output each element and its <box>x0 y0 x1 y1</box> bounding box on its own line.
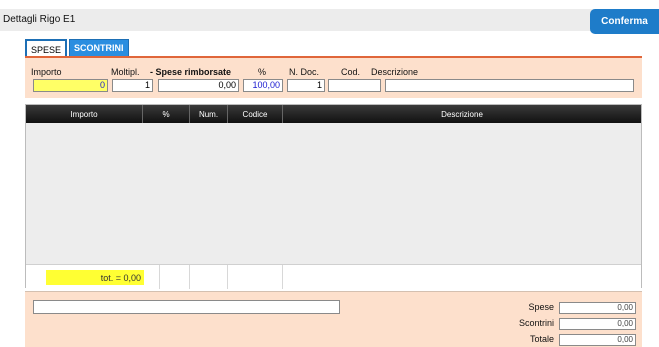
footer-cell-percent <box>160 265 190 289</box>
confirm-button[interactable]: Conferma <box>590 9 659 34</box>
n-doc-label: N. Doc. <box>289 67 320 77</box>
summary-panel: Spese 0,00 Scontrini 0,00 Totale 0,00 <box>25 291 642 347</box>
col-percent[interactable]: % <box>143 105 190 123</box>
spese-rimborsate-label: - Spese rimborsate <box>150 67 232 77</box>
cod-input[interactable] <box>328 79 381 92</box>
col-importo[interactable]: Importo <box>26 105 143 123</box>
tab-bar: SPESE SCONTRINI <box>25 39 131 58</box>
importo-label: Importo <box>31 67 62 77</box>
dialog-window: Dettagli Rigo E1 Conferma SPESE SCONTRIN… <box>0 0 659 347</box>
spese-rimborsate-input[interactable]: 0,00 <box>158 79 239 92</box>
importo-input[interactable]: 0 <box>33 79 108 92</box>
footer-cell-codice <box>228 265 283 289</box>
table-footer: tot. = 0,00 <box>26 264 641 289</box>
cod-label: Cod. <box>341 67 361 77</box>
descrizione-label: Descrizione <box>371 67 419 77</box>
moltipl-input[interactable]: 1 <box>112 79 153 92</box>
totale-field: 0,00 <box>559 334 636 346</box>
descrizione-input[interactable] <box>385 79 634 92</box>
note-input[interactable] <box>33 300 340 314</box>
spese-total-label: Spese <box>528 302 554 312</box>
title-bar: Dettagli Rigo E1 Conferma <box>0 9 659 34</box>
n-doc-input[interactable]: 1 <box>287 79 325 92</box>
percent-input[interactable]: 100,00 <box>243 79 283 92</box>
percent-label: % <box>258 67 267 77</box>
footer-cell-descrizione <box>283 265 641 289</box>
spese-total-field: 0,00 <box>559 302 636 314</box>
footer-cell-num <box>190 265 228 289</box>
scontrini-total-field: 0,00 <box>559 318 636 330</box>
window-title: Dettagli Rigo E1 <box>3 14 76 25</box>
moltipl-label: Moltipl. <box>111 67 140 77</box>
table-header: Importo % Num. Codice Descrizione <box>26 105 641 123</box>
footer-cell-importo: tot. = 0,00 <box>26 265 160 289</box>
col-num[interactable]: Num. <box>190 105 228 123</box>
col-codice[interactable]: Codice <box>228 105 283 123</box>
scontrini-total-label: Scontrini <box>518 318 554 328</box>
tab-scontrini[interactable]: SCONTRINI <box>69 39 129 57</box>
expenses-table: Importo % Num. Codice Descrizione tot. =… <box>25 104 642 289</box>
col-descrizione[interactable]: Descrizione <box>283 105 641 123</box>
total-importo: tot. = 0,00 <box>46 270 144 285</box>
totale-label: Totale <box>529 334 554 344</box>
entry-panel: Importo Moltipl. - Spese rimborsate % N.… <box>25 56 642 98</box>
